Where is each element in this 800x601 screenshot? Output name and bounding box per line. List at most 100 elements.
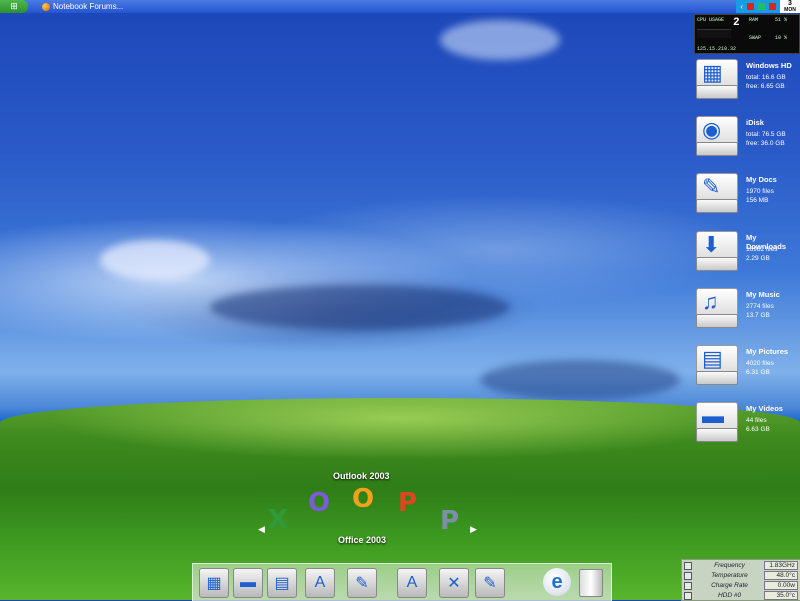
dock-item-icon[interactable]: ✎ (347, 568, 377, 598)
drive-my-music[interactable]: ♫ My Music 2774 files 13.7 GB (694, 286, 798, 334)
dock-item-icon[interactable]: ▦ (199, 568, 229, 598)
cloud (440, 20, 560, 60)
drive-info-2: 6.31 GB (746, 369, 770, 376)
net-ip: 125.15.210.32 (697, 46, 737, 52)
system-monitor-widget: CPU USAGE 2 RAM 51 % SWAP 10 % 125.15.21… (694, 14, 800, 54)
drive-icon[interactable]: ▦ (694, 57, 738, 101)
sensor-label: Temperature (711, 572, 748, 579)
swap-label: SWAP (749, 35, 762, 41)
ram-used: 51 % (775, 17, 788, 23)
dock-item-icon[interactable]: ✕ (439, 568, 469, 598)
office-app-icon[interactable]: O (352, 484, 374, 514)
drive-info-1: total: 16.6 GB (746, 74, 786, 81)
sensor-label: HDD #0 (717, 592, 742, 599)
drive-icon[interactable]: ♫ (694, 286, 738, 330)
drive-windows-hd[interactable]: ▦ Windows HD total: 16.6 GB free: 6.65 GB (694, 57, 798, 105)
drive-name: My Pictures (746, 347, 789, 356)
drive-my-docs[interactable]: ✎ My Docs 1970 files 156 MB (694, 171, 798, 219)
drive-glyph-icon: ♫ (702, 289, 719, 314)
tray-icon[interactable] (747, 3, 754, 10)
sensor-checkbox[interactable] (684, 581, 692, 590)
dock-item-icon[interactable]: ▤ (267, 568, 297, 598)
drive-glyph-icon: ▬ (702, 403, 724, 428)
tray-icon[interactable] (758, 3, 765, 10)
drive-my-videos[interactable]: ▬ My Videos 44 files 6.63 GB (694, 400, 798, 448)
cloud (210, 285, 510, 330)
office-app-icon[interactable]: P (398, 488, 417, 518)
sensor-checkbox[interactable] (684, 571, 692, 580)
tray-expand-icon[interactable]: ‹ (740, 2, 743, 11)
drive-glyph-icon: ✎ (702, 174, 721, 199)
sensor-label: Frequency (714, 562, 745, 569)
drive-info-1: 1970 files (746, 188, 774, 195)
drive-icon[interactable]: ⬇ (694, 229, 738, 273)
sensor-checkbox[interactable] (684, 591, 692, 600)
cloud (100, 240, 210, 280)
sensor-panel-widget: Frequency 1.83GHz Temperature 48.0°c Charge … (681, 559, 800, 601)
drive-info-1: 16982 files (746, 246, 778, 253)
drive-info-1: total: 76.5 GB (746, 131, 786, 138)
sensor-value: 0.00w (764, 581, 798, 590)
sensor-value: 35.0°c (764, 591, 798, 600)
dock-item-icon[interactable]: ▬ (233, 568, 263, 598)
drive-info-1: 2774 files (746, 303, 774, 310)
drive-info-1: 44 files (746, 417, 767, 424)
cpu-graph (697, 29, 731, 38)
drive-icon[interactable]: ◉ (694, 114, 738, 158)
date-weekday: MON (784, 7, 796, 13)
drive-my-pictures[interactable]: ▤ My Pictures 4020 files 6.31 GB (694, 343, 798, 391)
clock-date[interactable]: 3 MON (780, 0, 800, 13)
drive-my-downloads[interactable]: ⬇ My Downloads 16982 files 2.29 GB (694, 229, 798, 277)
arc-left-arrow-icon[interactable]: ◀ (258, 524, 265, 535)
drive-name: My Music (746, 290, 780, 299)
task-title: Notebook Forums... (53, 2, 124, 11)
sensor-value: 48.0°c (764, 571, 798, 580)
drive-icon[interactable]: ▬ (694, 400, 738, 444)
arc-right-arrow-icon[interactable]: ▶ (470, 524, 477, 535)
drive-info-2: 6.63 GB (746, 426, 770, 433)
taskbar: ⊞ Notebook Forums... ‹ 3 MON (0, 0, 800, 13)
drive-glyph-icon: ◉ (702, 117, 722, 142)
tray-icon[interactable] (769, 3, 776, 10)
sensor-row: HDD #0 35.0°c (684, 591, 798, 600)
dock-item-icon[interactable]: A (305, 568, 335, 598)
taskbar-window-firefox[interactable]: Notebook Forums... (38, 1, 127, 12)
drive-info-1: 4020 files (746, 360, 774, 367)
trash-icon[interactable] (579, 569, 603, 597)
drive-idisk[interactable]: ◉ iDisk total: 76.5 GB free: 36.0 GB (694, 114, 798, 162)
sensor-label: Charge Rate (711, 582, 748, 589)
firefox-icon (42, 2, 50, 11)
drive-glyph-icon: ▦ (702, 60, 723, 85)
office-app-icon[interactable]: X (268, 505, 288, 535)
office-bottom-title: Office 2003 (338, 535, 387, 545)
drive-info-2: 156 MB (746, 197, 769, 204)
cpu-value: 2 (733, 17, 740, 29)
start-button[interactable]: ⊞ (0, 0, 28, 13)
drive-glyph-icon: ▤ (702, 346, 723, 371)
dock: ▦ ▬ ▤ A ✎ A ✕ ✎ e (192, 563, 612, 601)
drive-info-2: free: 36.0 GB (746, 140, 785, 147)
ie-icon[interactable]: e (543, 568, 571, 596)
sensor-row: Frequency 1.83GHz (684, 561, 798, 570)
drive-info-2: 13.7 GB (746, 312, 770, 319)
cpu-label: CPU USAGE (697, 17, 725, 23)
dock-item-icon[interactable]: A (397, 568, 427, 598)
drive-glyph-icon: ⬇ (702, 232, 721, 257)
drive-info-2: 2.29 GB (746, 255, 770, 262)
swap-used: 10 % (775, 35, 788, 41)
dock-item-icon[interactable]: ✎ (475, 568, 505, 598)
drive-name: My Docs (746, 175, 777, 184)
sensor-checkbox[interactable] (684, 561, 692, 570)
ram-label: RAM (749, 17, 759, 23)
drive-info-2: free: 6.65 GB (746, 83, 785, 90)
date-day: 3 (788, 0, 792, 7)
office-app-icon[interactable]: P (440, 506, 459, 536)
sensor-value: 1.83GHz (764, 561, 798, 570)
sensor-row: Charge Rate 0.00w (684, 581, 798, 590)
drive-name: iDisk (746, 118, 764, 127)
drive-name: My Videos (746, 404, 783, 413)
drive-icon[interactable]: ▤ (694, 343, 738, 387)
drive-icon[interactable]: ✎ (694, 171, 738, 215)
office-app-icon[interactable]: O (308, 488, 330, 518)
system-tray: ‹ (736, 0, 780, 13)
